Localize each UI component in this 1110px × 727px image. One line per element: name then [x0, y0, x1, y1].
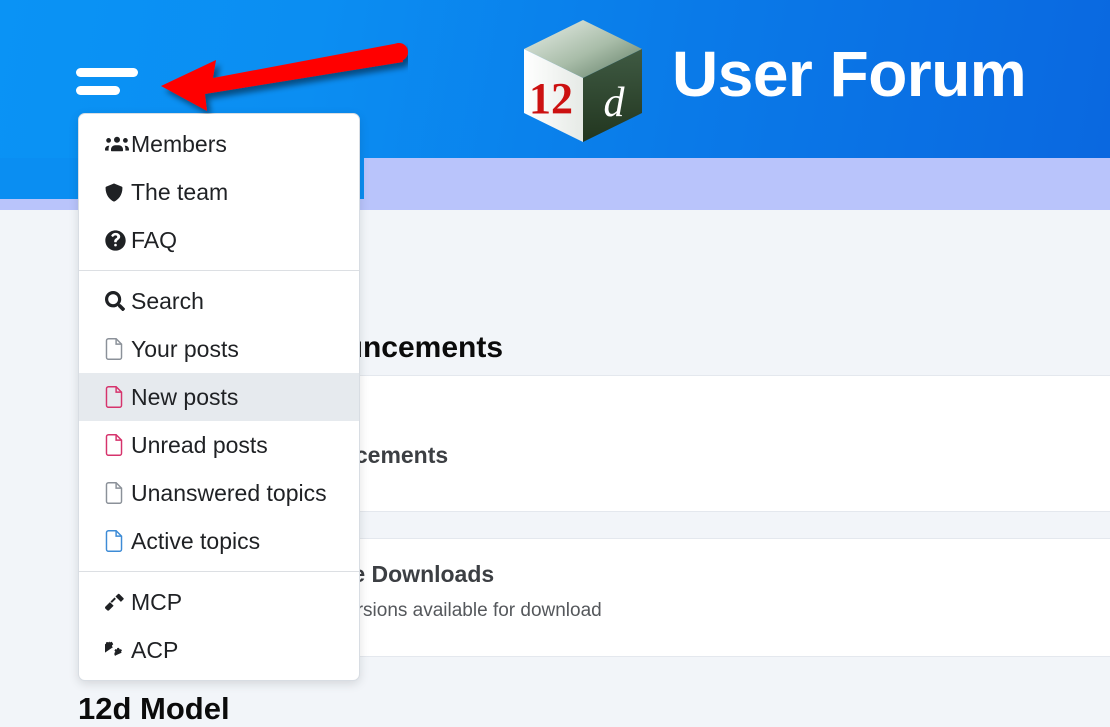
menu-item-mcp[interactable]: MCP	[79, 578, 359, 626]
menu-item-label: New posts	[131, 383, 239, 410]
menu-item-acp[interactable]: ACP	[79, 626, 359, 674]
cogs-icon	[105, 638, 131, 662]
file-icon	[105, 481, 131, 505]
svg-text:d: d	[604, 80, 626, 126]
site-logo[interactable]: 12 d	[518, 16, 648, 148]
menu-item-label: Unread posts	[131, 431, 268, 458]
menu-item-the-team[interactable]: The team	[79, 168, 359, 216]
menu-group-3: MCP ACP	[79, 571, 359, 680]
navigation-dropdown-menu[interactable]: Members The team FAQ Search Your posts New po…	[78, 113, 360, 681]
menu-item-label: Unanswered topics	[131, 479, 327, 506]
menu-group-2: Search Your posts New posts Unread posts Una…	[79, 270, 359, 571]
site-title: User Forum	[672, 38, 1027, 110]
question-circle-icon	[105, 228, 131, 252]
menu-item-label: ACP	[131, 636, 179, 663]
file-icon	[105, 385, 131, 409]
svg-text:12: 12	[529, 74, 573, 123]
menu-item-unread-posts[interactable]: Unread posts	[79, 421, 359, 469]
menu-item-unanswered-topics[interactable]: Unanswered topics	[79, 469, 359, 517]
menu-item-active-topics[interactable]: Active topics	[79, 517, 359, 565]
file-icon	[105, 433, 131, 457]
section-title-12d-model: 12d Model	[78, 691, 230, 726]
hamburger-bar-2	[76, 86, 120, 95]
gavel-icon	[105, 590, 131, 614]
menu-toggle[interactable]	[76, 68, 140, 96]
menu-item-search[interactable]: Search	[79, 277, 359, 325]
menu-item-label: FAQ	[131, 226, 178, 253]
logo-cube-icon: 12 d	[524, 20, 642, 142]
menu-group-1: Members The team FAQ	[79, 114, 359, 270]
menu-item-label: MCP	[131, 588, 183, 615]
menu-item-label: Search	[131, 287, 204, 314]
menu-item-label: Your posts	[131, 335, 239, 362]
hamburger-bar-1	[76, 68, 138, 77]
menu-item-new-posts[interactable]: New posts	[79, 373, 359, 421]
search-icon	[105, 289, 131, 313]
browser-viewport: 12 d User Forum Announcements Announceme…	[0, 0, 1110, 727]
file-icon	[105, 529, 131, 553]
shield-icon	[105, 180, 131, 204]
menu-item-label: The team	[131, 178, 229, 205]
file-icon	[105, 337, 131, 361]
menu-item-your-posts[interactable]: Your posts	[79, 325, 359, 373]
menu-item-members[interactable]: Members	[79, 120, 359, 168]
users-icon	[105, 132, 131, 156]
menu-item-label: Members	[131, 130, 227, 157]
menu-item-label: Active topics	[131, 527, 261, 554]
menu-item-faq[interactable]: FAQ	[79, 216, 359, 264]
